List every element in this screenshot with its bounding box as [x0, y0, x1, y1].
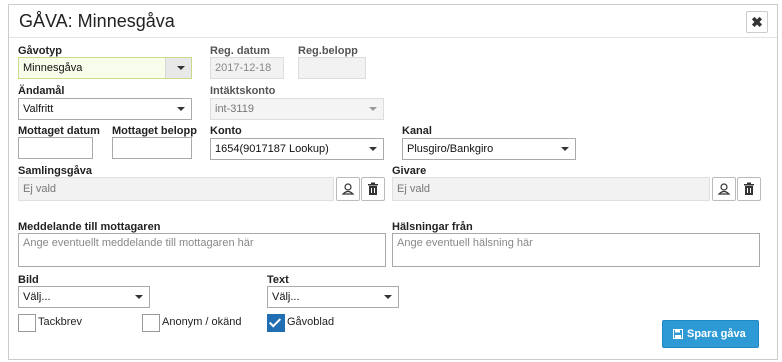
- givare-select-button[interactable]: [712, 177, 736, 201]
- halsningar-label: Hälsningar från: [392, 221, 473, 233]
- close-icon: ✖: [751, 14, 763, 30]
- meddelande-textarea[interactable]: Ange eventuellt meddelande till mottagar…: [18, 233, 386, 267]
- reg-belopp-field: [298, 57, 366, 79]
- givare-lookup[interactable]: Ej vald: [392, 177, 710, 201]
- andamal-select[interactable]: Valfritt: [18, 98, 192, 120]
- gavotyp-select[interactable]: Minnesgåva: [18, 57, 192, 79]
- samlingsgava-clear-button[interactable]: [361, 177, 385, 201]
- kanal-label: Kanal: [402, 125, 432, 137]
- trash-icon: [744, 182, 754, 195]
- close-button[interactable]: ✖: [746, 11, 768, 33]
- mottaget-belopp-label: Mottaget belopp: [112, 125, 197, 137]
- andamal-label: Ändamål: [18, 85, 65, 97]
- samlingsgava-label: Samlingsgåva: [18, 165, 92, 177]
- intaktskonto-label: Intäktskonto: [210, 85, 276, 97]
- meddelande-label: Meddelande till mottagaren: [18, 221, 161, 233]
- anonym-checkbox[interactable]: [142, 314, 160, 332]
- mottaget-datum-field[interactable]: [18, 137, 93, 159]
- save-gift-button[interactable]: Spara gåva: [662, 320, 759, 348]
- givare-clear-button[interactable]: [737, 177, 761, 201]
- chevron-down-icon: [369, 107, 377, 111]
- kanal-select[interactable]: Plusgiro/Bankgiro: [402, 138, 576, 160]
- konto-value: 1654(9017187 Lookup): [215, 143, 329, 155]
- bild-value: Välj...: [23, 291, 51, 303]
- chevron-down-icon: [384, 295, 392, 299]
- intaktskonto-value: int-3119: [215, 103, 254, 115]
- text-label: Text: [267, 274, 289, 286]
- person-icon: [341, 183, 355, 195]
- reg-datum-label: Reg. datum: [210, 45, 270, 57]
- konto-select[interactable]: 1654(9017187 Lookup): [210, 138, 384, 160]
- save-gift-label: Spara gåva: [687, 328, 746, 340]
- reg-belopp-label: Reg.belopp: [298, 45, 358, 57]
- chevron-down-icon: [369, 147, 377, 151]
- gavoblad-label: Gåvoblad: [287, 316, 335, 328]
- mottaget-belopp-field[interactable]: [112, 137, 192, 159]
- chevron-down-icon: [177, 107, 185, 111]
- kanal-value: Plusgiro/Bankgiro: [407, 143, 494, 155]
- samlingsgava-select-button[interactable]: [336, 177, 360, 201]
- halsningar-textarea[interactable]: Ange eventuell hälsning här: [392, 233, 760, 267]
- andamal-value: Valfritt: [23, 103, 54, 115]
- text-value: Välj...: [272, 291, 300, 303]
- floppy-disk-icon: [673, 329, 683, 340]
- chevron-down-icon: [177, 66, 185, 70]
- dialog-title: GÅVA: Minnesgåva: [19, 11, 175, 31]
- reg-datum-field: 2017-12-18: [210, 57, 284, 79]
- dialog-header: GÅVA: Minnesgåva ✖: [9, 5, 777, 38]
- samlingsgava-lookup[interactable]: Ej vald: [18, 177, 334, 201]
- gavotyp-value: Minnesgåva: [23, 62, 83, 74]
- intaktskonto-select: int-3119: [210, 98, 384, 120]
- bild-label: Bild: [18, 274, 39, 286]
- bild-select[interactable]: Välj...: [18, 286, 150, 308]
- person-icon: [717, 183, 731, 195]
- givare-label: Givare: [392, 165, 427, 177]
- tackbrev-label: Tackbrev: [38, 316, 83, 328]
- gavoblad-checkbox[interactable]: [267, 314, 285, 332]
- checkmark-icon: [268, 315, 282, 328]
- anonym-label: Anonym / okänd: [162, 316, 242, 328]
- trash-icon: [368, 182, 378, 195]
- chevron-down-icon: [135, 295, 143, 299]
- tackbrev-checkbox[interactable]: [18, 314, 36, 332]
- chevron-down-icon: [561, 147, 569, 151]
- gavotyp-label: Gåvotyp: [18, 45, 63, 57]
- mottaget-datum-label: Mottaget datum: [18, 125, 100, 137]
- text-select[interactable]: Välj...: [267, 286, 399, 308]
- konto-label: Konto: [210, 125, 242, 137]
